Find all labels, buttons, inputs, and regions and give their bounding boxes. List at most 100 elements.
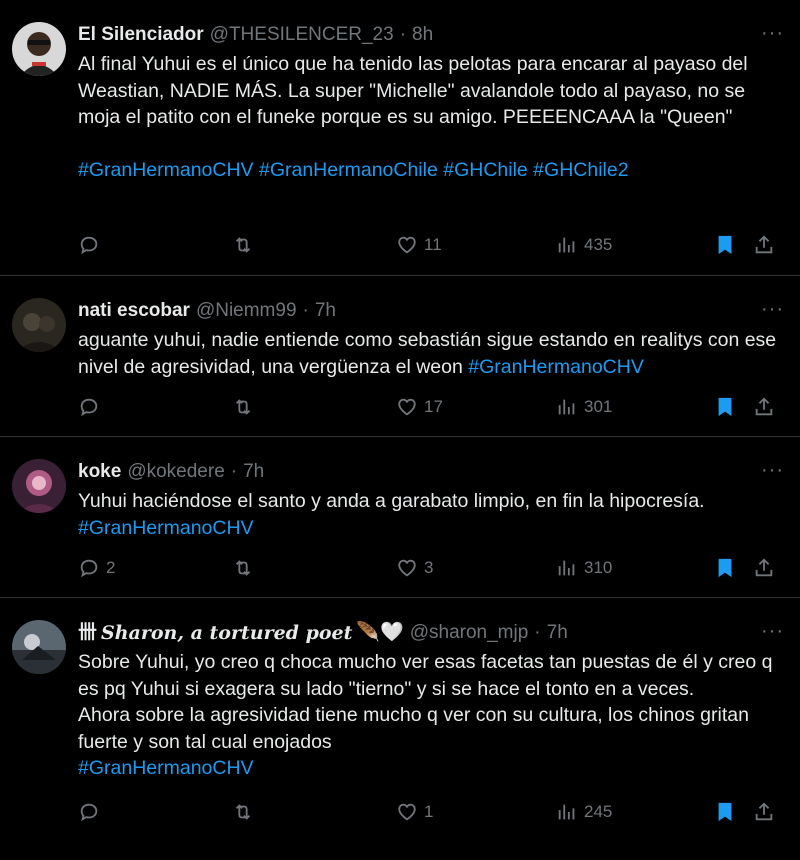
- like-button[interactable]: 17: [396, 394, 443, 420]
- timestamp[interactable]: 7h: [547, 620, 568, 646]
- views-icon: [558, 237, 575, 253]
- reply-icon: [80, 559, 98, 578]
- reply-icon: [80, 236, 98, 255]
- views-button[interactable]: 435: [556, 232, 612, 258]
- timestamp[interactable]: 7h: [243, 459, 264, 485]
- share-button[interactable]: [753, 555, 775, 581]
- bookmark-button[interactable]: [714, 394, 736, 420]
- views-icon: [558, 804, 575, 820]
- action-bar: 11 435: [78, 232, 784, 258]
- action-bar: 17 301: [78, 394, 784, 420]
- avatar[interactable]: [12, 620, 66, 674]
- views-button[interactable]: 301: [556, 394, 612, 420]
- like-icon: [398, 398, 416, 416]
- share-icon: [755, 397, 773, 416]
- tweet-text: Al final Yuhui es el único que ha tenido…: [78, 53, 754, 128]
- author-handle[interactable]: @kokedere: [127, 459, 224, 485]
- author-handle[interactable]: @sharon_mjp: [410, 620, 529, 646]
- like-count: 17: [424, 397, 443, 416]
- name-prefix: 卌: [78, 622, 98, 643]
- tweet-text: Sobre Yuhui, yo creo q choca mucho ver e…: [78, 651, 773, 753]
- author-handle[interactable]: @Niemm99: [196, 298, 297, 324]
- like-button[interactable]: 1: [396, 799, 433, 825]
- like-icon: [398, 803, 416, 821]
- hashtag-link[interactable]: #GranHermanoCHV #GranHermanoChile #GHChi…: [78, 157, 784, 184]
- share-icon: [755, 235, 773, 254]
- reply-icon: [80, 398, 98, 417]
- like-count: 3: [424, 558, 434, 577]
- share-button[interactable]: [753, 394, 775, 420]
- like-button[interactable]: 3: [396, 555, 433, 581]
- more-icon[interactable]: ···: [761, 22, 784, 44]
- tweet[interactable]: El Silenciador @THESILENCER_23 · 8h ··· …: [0, 0, 800, 276]
- hashtag-link[interactable]: #GranHermanoCHV: [468, 356, 644, 378]
- bookmark-icon: [718, 802, 732, 822]
- avatar[interactable]: [12, 22, 66, 76]
- name-emoji: 🪶🤍: [356, 622, 404, 643]
- retweet-icon: [235, 237, 251, 253]
- tweet[interactable]: 卌 𝑺𝒉𝒂𝒓𝒐𝒏, 𝒂 𝒕𝒐𝒓𝒕𝒖𝒓𝒆𝒅 𝒑𝒐𝒆𝒕 🪶🤍 @sharon_mjp…: [0, 598, 800, 860]
- timestamp[interactable]: 8h: [412, 22, 433, 48]
- more-icon[interactable]: ···: [761, 298, 784, 320]
- bookmark-icon: [718, 558, 732, 578]
- views-button[interactable]: 245: [556, 799, 612, 825]
- timestamp[interactable]: 7h: [315, 298, 336, 324]
- more-icon[interactable]: ···: [761, 620, 784, 642]
- hashtag-link[interactable]: #GranHermanoCHV: [78, 755, 784, 782]
- separator: ·: [230, 461, 238, 482]
- bookmark-button[interactable]: [714, 232, 736, 258]
- timeline: El Silenciador @THESILENCER_23 · 8h ··· …: [0, 0, 800, 860]
- views-icon: [558, 560, 575, 576]
- tweet-text: aguante yuhui, nadie entiende como sebas…: [78, 327, 784, 380]
- like-icon: [398, 236, 416, 254]
- author-name[interactable]: 𝑺𝒉𝒂𝒓𝒐𝒏, 𝒂 𝒕𝒐𝒓𝒕𝒖𝒓𝒆𝒅 𝒑𝒐𝒆𝒕: [101, 620, 352, 646]
- view-count: 245: [584, 802, 613, 821]
- share-icon: [755, 558, 773, 577]
- author-name[interactable]: El Silenciador: [78, 22, 204, 48]
- avatar[interactable]: [12, 459, 66, 513]
- views-button[interactable]: 310: [556, 555, 612, 581]
- retweet-button[interactable]: [232, 555, 254, 581]
- view-count: 435: [584, 235, 613, 254]
- bookmark-button[interactable]: [714, 555, 736, 581]
- more-icon[interactable]: ···: [761, 459, 784, 481]
- author-handle[interactable]: @THESILENCER_23: [210, 22, 394, 48]
- view-count: 301: [584, 397, 613, 416]
- bookmark-button[interactable]: [714, 799, 736, 825]
- author-name[interactable]: koke: [78, 459, 121, 485]
- bookmark-icon: [718, 397, 732, 417]
- tweet[interactable]: nati escobar @Niemm99 · 7h ··· aguante y…: [0, 276, 800, 437]
- separator: ·: [534, 622, 541, 643]
- author-name[interactable]: nati escobar: [78, 298, 190, 324]
- like-icon: [398, 559, 416, 577]
- tweet-text: Yuhui haciéndose el santo y anda a garab…: [78, 490, 705, 512]
- action-bar: 1 245: [78, 799, 784, 825]
- reply-button[interactable]: 2: [78, 555, 115, 581]
- retweet-icon: [235, 560, 251, 576]
- separator: ·: [302, 300, 309, 321]
- view-count: 310: [584, 558, 613, 577]
- reply-button[interactable]: [78, 799, 106, 825]
- reply-icon: [80, 803, 98, 822]
- share-icon: [755, 802, 773, 821]
- reply-button[interactable]: [78, 232, 106, 258]
- views-icon: [558, 399, 575, 415]
- tweet[interactable]: koke @kokedere · 7h ··· Yuhui haciéndose…: [0, 437, 800, 598]
- like-count: 11: [424, 235, 442, 254]
- separator: ·: [399, 24, 407, 45]
- share-button[interactable]: [753, 232, 775, 258]
- reply-button[interactable]: [78, 394, 106, 420]
- like-button[interactable]: 11: [396, 232, 442, 258]
- retweet-icon: [235, 399, 251, 415]
- share-button[interactable]: [753, 799, 775, 825]
- reply-count: 2: [106, 558, 116, 577]
- retweet-button[interactable]: [232, 232, 254, 258]
- action-bar: 2 3 310: [78, 555, 784, 581]
- tweet-body: aguante yuhui, nadie entiende como sebas…: [78, 329, 782, 378]
- retweet-button[interactable]: [232, 394, 254, 420]
- like-count: 1: [424, 802, 434, 821]
- retweet-button[interactable]: [232, 799, 254, 825]
- avatar[interactable]: [12, 298, 66, 352]
- retweet-icon: [235, 804, 251, 820]
- hashtag-link[interactable]: #GranHermanoCHV: [78, 515, 784, 542]
